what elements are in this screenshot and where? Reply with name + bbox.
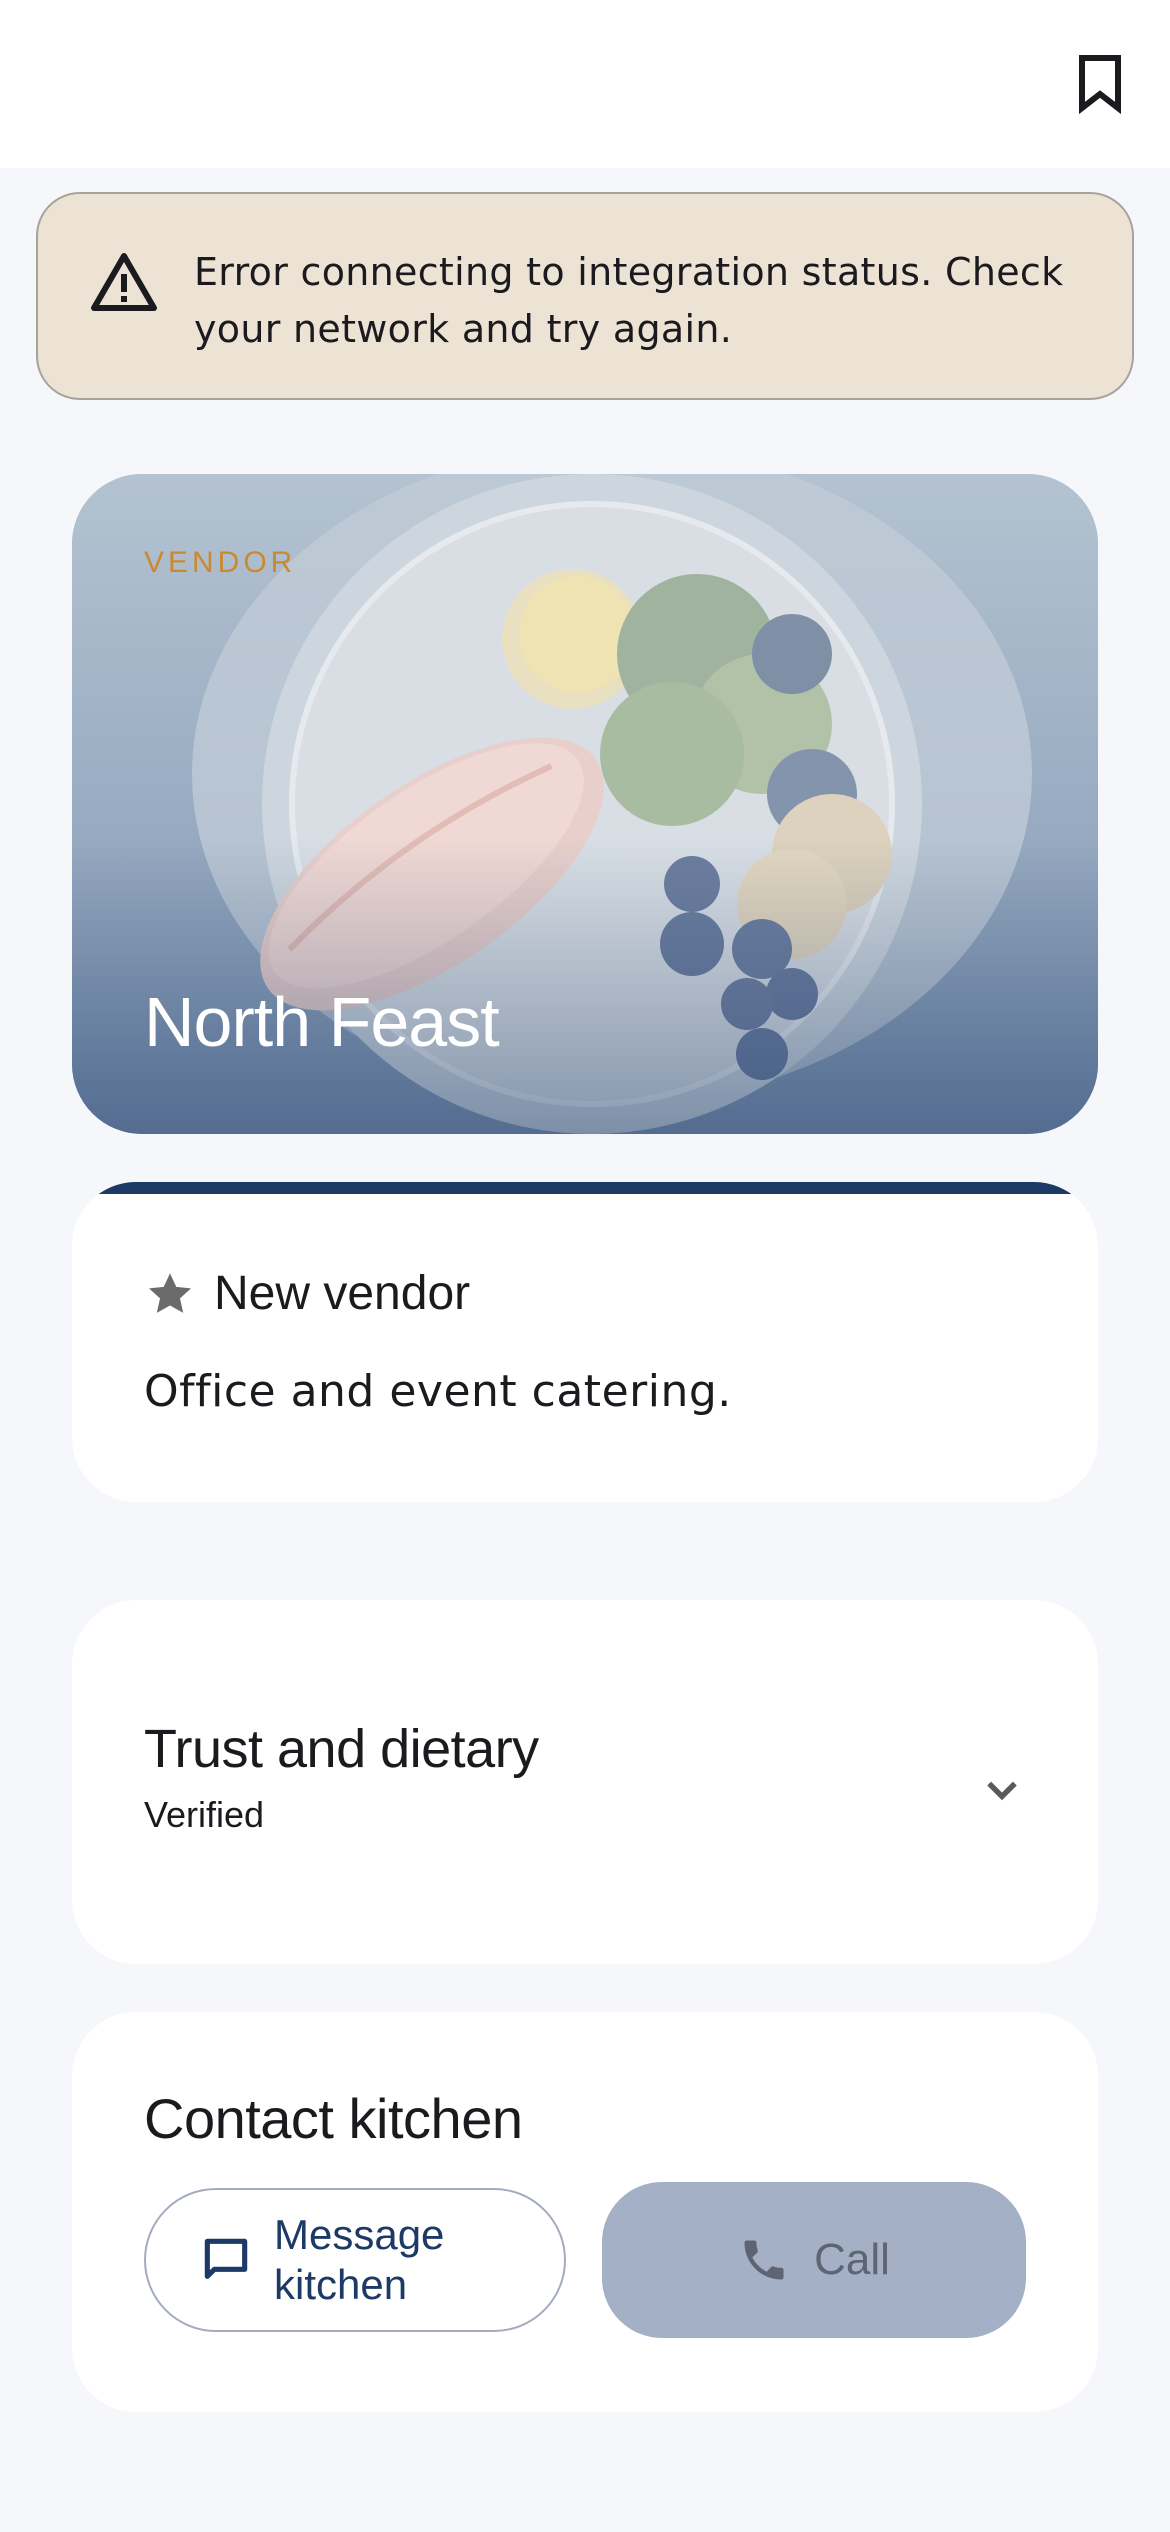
new-vendor-card: New vendor Office and event catering. (72, 1182, 1098, 1502)
bookmark-button[interactable] (1060, 44, 1140, 124)
bookmark-icon (1079, 55, 1121, 114)
trust-dietary-card[interactable]: Trust and dietary Verified (72, 1600, 1098, 1964)
expand-button[interactable] (952, 1740, 1052, 1840)
vendor-tag: VENDOR (144, 546, 297, 579)
error-banner: Error connecting to integration status. … (36, 192, 1134, 400)
contact-kitchen-card: Contact kitchen Message kitchen Call (72, 2012, 1098, 2412)
trust-title: Trust and dietary (144, 1719, 539, 1779)
phone-icon (744, 2240, 784, 2280)
vendor-description: Office and event catering. (144, 1366, 732, 1417)
new-vendor-label: New vendor (214, 1267, 471, 1320)
chevron-down-icon (987, 1781, 1017, 1801)
contact-title: Contact kitchen (144, 2087, 523, 2150)
top-app-bar (0, 0, 1170, 168)
message-kitchen-button[interactable]: Message kitchen (144, 2188, 566, 2332)
vendor-name: North Feast (144, 983, 500, 1061)
message-icon (204, 2238, 248, 2279)
call-button[interactable]: Call (602, 2182, 1026, 2338)
trust-status: Verified (144, 1794, 265, 1835)
star-icon (148, 1272, 192, 1313)
warning-icon (91, 253, 157, 311)
new-vendor-row: New vendor (144, 1266, 470, 1321)
message-kitchen-label: Message kitchen (274, 2211, 445, 2308)
vendor-hero-card: VENDOR North Feast (72, 474, 1098, 1134)
card-accent-bar (72, 1182, 1098, 1194)
error-message: Error connecting to integration status. … (194, 250, 1064, 351)
call-label: Call (814, 2235, 890, 2284)
